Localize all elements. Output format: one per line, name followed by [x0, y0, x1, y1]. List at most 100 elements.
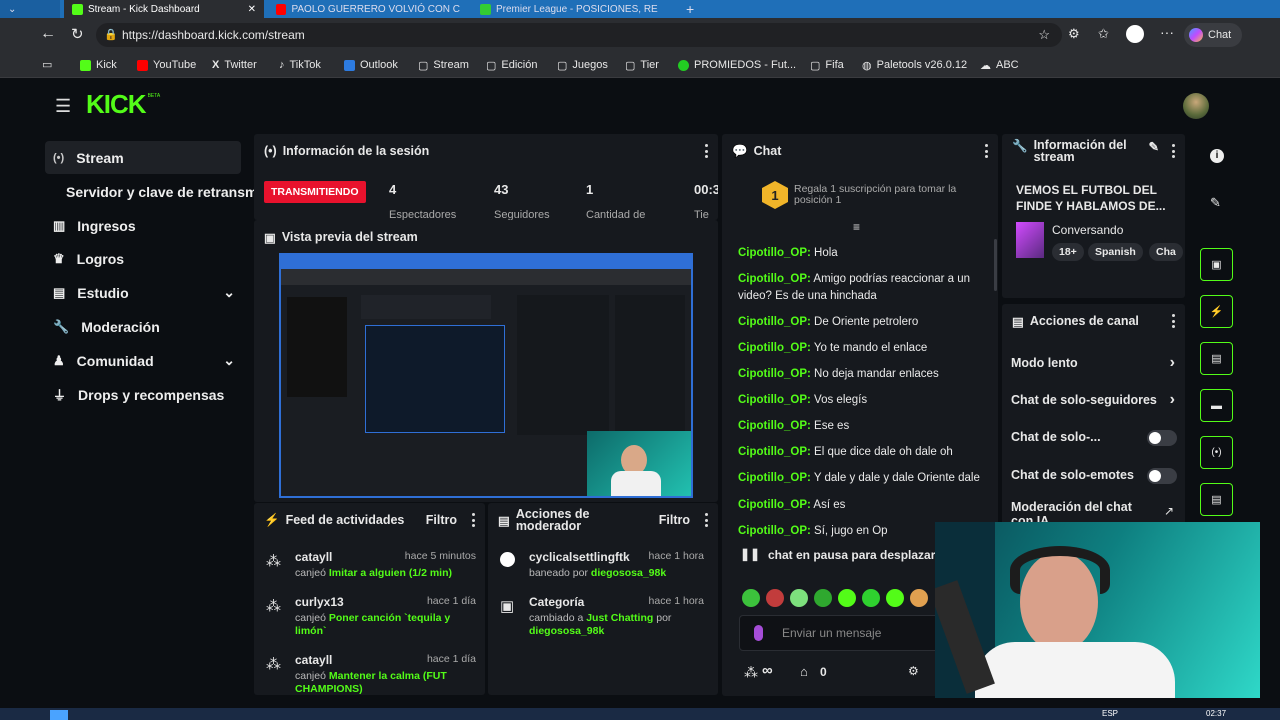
emote-icon[interactable] — [862, 589, 880, 607]
bookmark-folder-edicion[interactable]: ▢ Edición — [486, 52, 537, 78]
rail-actions-button[interactable]: ▤ — [1200, 483, 1233, 516]
kebab-menu-icon[interactable] — [471, 513, 475, 527]
category-thumbnail[interactable] — [1016, 222, 1044, 258]
sidebar-item-comunidad[interactable]: ♟ Comunidad ⌄ — [45, 344, 241, 377]
bookmark-folder-tier[interactable]: ▢ Tier — [625, 52, 659, 78]
mod-action-user[interactable]: cyclicalsettlingftk — [529, 550, 630, 564]
sidebar-item-moderacion[interactable]: 🔧 Moderación — [45, 310, 241, 343]
rail-mod-button[interactable]: ▤ — [1200, 342, 1233, 375]
back-icon[interactable]: ← — [40, 25, 56, 43]
bookmark-abc[interactable]: ☁ ABC — [980, 52, 1019, 78]
chat-username[interactable]: Cipotillo_OP: — [738, 273, 811, 285]
emotes-only-toggle[interactable] — [1147, 468, 1177, 484]
bookmark-folder-fifa[interactable]: ▢ Fifa — [810, 52, 844, 78]
slow-mode-row[interactable]: Modo lento › — [1011, 354, 1181, 371]
chat-username[interactable]: Cipotillo_OP: — [738, 420, 811, 432]
bookmark-promiedos[interactable]: PROMIEDOS - Fut... — [678, 52, 796, 78]
rail-chat-button[interactable]: ▬ — [1200, 389, 1233, 422]
bookmark-outlook[interactable]: Outlook — [344, 52, 398, 78]
chat-scrollbar[interactable] — [994, 239, 997, 291]
emote-icon[interactable] — [886, 589, 904, 607]
chat-username[interactable]: Cipotillo_OP: — [738, 368, 811, 380]
kebab-menu-icon[interactable] — [1171, 144, 1175, 158]
chat-username[interactable]: Cipotillo_OP: — [738, 499, 811, 511]
language-indicator[interactable]: ESP — [1102, 709, 1118, 718]
bookmark-kick[interactable]: Kick — [80, 52, 117, 78]
star-icon[interactable]: ☆ — [1038, 23, 1050, 47]
subs-only-toggle[interactable] — [1147, 430, 1177, 446]
rail-session-button[interactable]: (•) — [1200, 436, 1233, 469]
bookmark-folder-juegos[interactable]: ▢ Juegos — [557, 52, 608, 78]
gift-rank-badge[interactable]: 1 — [762, 181, 788, 209]
external-link-icon[interactable]: ↗ — [1164, 504, 1174, 518]
sidebar-item-server-key[interactable]: Servidor y clave de retransm — [58, 175, 254, 208]
tag-chip[interactable]: Cha — [1149, 243, 1183, 261]
sidebar-item-ingresos[interactable]: ▥ Ingresos — [45, 209, 241, 242]
kebab-menu-icon[interactable] — [704, 144, 708, 158]
menu-icon[interactable]: ☰ — [55, 96, 71, 117]
mod-action-target[interactable]: Just Chatting — [586, 612, 653, 624]
tab-premier-league[interactable]: Premier League - POSICIONES, RE — [472, 0, 672, 18]
bookmark-twitter[interactable]: X Twitter — [212, 52, 257, 78]
chat-username[interactable]: Cipotillo_OP: — [738, 316, 811, 328]
pinned-toggle-icon[interactable]: ≡ — [853, 220, 860, 234]
clock[interactable]: 02:37 — [1206, 709, 1226, 718]
chat-username[interactable]: Cipotillo_OP: — [738, 342, 811, 354]
tag-chip[interactable]: 18+ — [1052, 243, 1084, 261]
feed-user[interactable]: curlyx13 — [295, 595, 344, 609]
sidebar-item-estudio[interactable]: ▤ Estudio ⌄ — [45, 276, 241, 309]
sidebar-item-stream[interactable]: (•) Stream — [45, 141, 241, 174]
chat-username[interactable]: Cipotillo_OP: — [738, 446, 811, 458]
chat-input[interactable]: Enviar un mensaje — [739, 615, 939, 651]
tab-kick-dashboard[interactable]: Stream - Kick Dashboard ✕ — [64, 0, 264, 18]
close-icon[interactable]: ✕ — [248, 4, 256, 15]
sidebar-item-logros[interactable]: ♛ Logros — [45, 242, 241, 275]
extensions-icon[interactable]: ⚙ — [1068, 26, 1080, 42]
followers-only-row[interactable]: Chat de solo-seguidores › — [1011, 391, 1181, 408]
profile-button[interactable]: ⌄ — [0, 0, 60, 18]
emote-icon[interactable] — [910, 589, 928, 607]
mod-filter-button[interactable]: Filtro — [659, 513, 690, 527]
chat-username[interactable]: Cipotillo_OP: — [738, 525, 811, 537]
feed-user[interactable]: catayll — [295, 653, 332, 667]
feed-user[interactable]: catayll — [295, 550, 332, 564]
avatar[interactable] — [1183, 93, 1209, 119]
tab-youtube[interactable]: PAOLO GUERRERO VOLVIÓ CON C — [268, 0, 468, 18]
chat-username[interactable]: Cipotillo_OP: — [738, 394, 811, 406]
bookmark-youtube[interactable]: YouTube — [137, 52, 196, 78]
bookmark-paletools[interactable]: ◍ Paletools v26.0.12 — [862, 52, 967, 78]
emote-icon[interactable] — [790, 589, 808, 607]
emote-icon[interactable] — [766, 589, 784, 607]
chat-paused-text[interactable]: chat en pausa para desplazar — [768, 548, 935, 562]
pencil-icon[interactable]: ✎ — [1149, 139, 1159, 154]
tag-chip[interactable]: Spanish — [1088, 243, 1143, 261]
favorites-icon[interactable]: ✩ — [1098, 26, 1109, 42]
gear-icon[interactable]: ⚙ — [908, 664, 919, 678]
kebab-menu-icon[interactable] — [704, 513, 708, 527]
emote-icon[interactable] — [838, 589, 856, 607]
mod-action-by[interactable]: diegososa_98k — [591, 567, 666, 579]
copilot-chat-button[interactable]: Chat — [1184, 23, 1242, 47]
chat-username[interactable]: Cipotillo_OP: — [738, 472, 811, 484]
pencil-icon[interactable]: ✎ — [1210, 195, 1221, 211]
kebab-menu-icon[interactable] — [1171, 314, 1175, 328]
bookmark-tiktok[interactable]: ♪ TikTok — [279, 52, 321, 78]
mod-action-by[interactable]: diegososa_98k — [529, 625, 604, 637]
stream-preview-video[interactable] — [279, 253, 693, 498]
rail-activity-button[interactable]: ⚡ — [1200, 295, 1233, 328]
reload-icon[interactable]: ↻ — [71, 25, 84, 43]
soccer-ball-icon[interactable] — [1126, 25, 1144, 43]
emote-icon[interactable] — [742, 589, 760, 607]
url-field[interactable]: 🔒 https://dashboard.kick.com/stream ☆ — [96, 23, 1062, 47]
category-name[interactable]: Conversando — [1052, 223, 1123, 237]
tab-actions-icon[interactable]: ▭ — [42, 58, 52, 71]
feed-filter-button[interactable]: Filtro — [426, 513, 457, 527]
kick-logo[interactable]: KICK BETA — [86, 89, 160, 120]
more-icon[interactable]: ··· — [1160, 24, 1174, 40]
bookmark-folder-stream[interactable]: ▢ Stream — [418, 52, 469, 78]
windows-start-icon[interactable] — [50, 710, 68, 720]
rail-preview-button[interactable]: ▣ — [1200, 248, 1233, 281]
info-icon[interactable]: i — [1210, 149, 1224, 163]
new-tab-button[interactable]: + — [678, 0, 698, 18]
kebab-menu-icon[interactable] — [984, 144, 988, 158]
